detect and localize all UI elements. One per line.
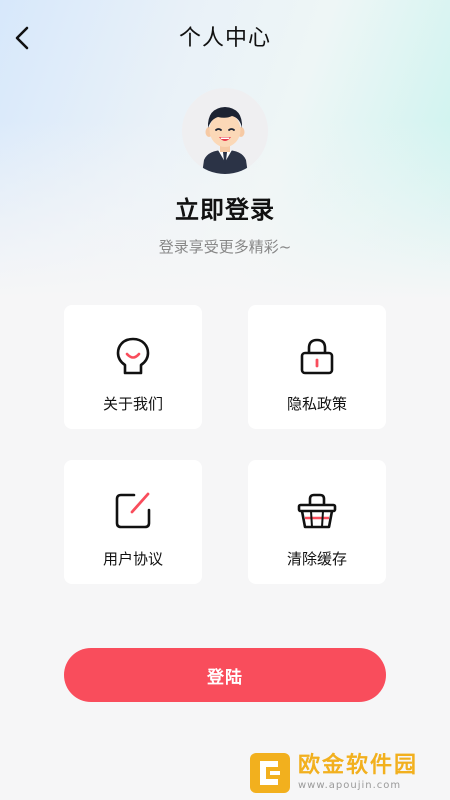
menu-card-agreement[interactable]: 用户协议	[64, 460, 202, 584]
watermark-logo-icon	[250, 753, 290, 793]
lock-icon	[300, 338, 334, 375]
page-title: 个人中心	[178, 26, 271, 51]
user-avatar-icon	[182, 88, 268, 174]
basket-icon	[297, 493, 337, 529]
chevron-left-icon	[15, 26, 29, 50]
menu-card-label: 清除缓存	[286, 550, 347, 568]
menu-card-clear-cache[interactable]: 清除缓存	[248, 460, 386, 584]
back-button[interactable]	[4, 20, 40, 56]
menu-card-about[interactable]: 关于我们	[64, 305, 202, 429]
about-bubble-icon	[116, 337, 150, 375]
menu-card-privacy[interactable]: 隐私政策	[248, 305, 386, 429]
watermark: 欧金软件园 www.apoujin.com	[248, 748, 446, 798]
login-button[interactable]: 登陆	[64, 648, 386, 702]
watermark-url: www.apoujin.com	[298, 780, 402, 791]
login-title[interactable]: 立即登录	[0, 190, 450, 225]
menu-card-label: 关于我们	[102, 395, 163, 413]
header-bar: 个人中心	[0, 0, 450, 72]
watermark-name: 欧金软件园	[298, 753, 419, 778]
menu-card-label: 隐私政策	[286, 395, 347, 413]
login-subtitle: 登录享受更多精彩~	[158, 238, 292, 256]
menu-card-label: 用户协议	[102, 550, 163, 568]
edit-document-icon	[115, 492, 151, 529]
avatar[interactable]	[182, 88, 268, 174]
